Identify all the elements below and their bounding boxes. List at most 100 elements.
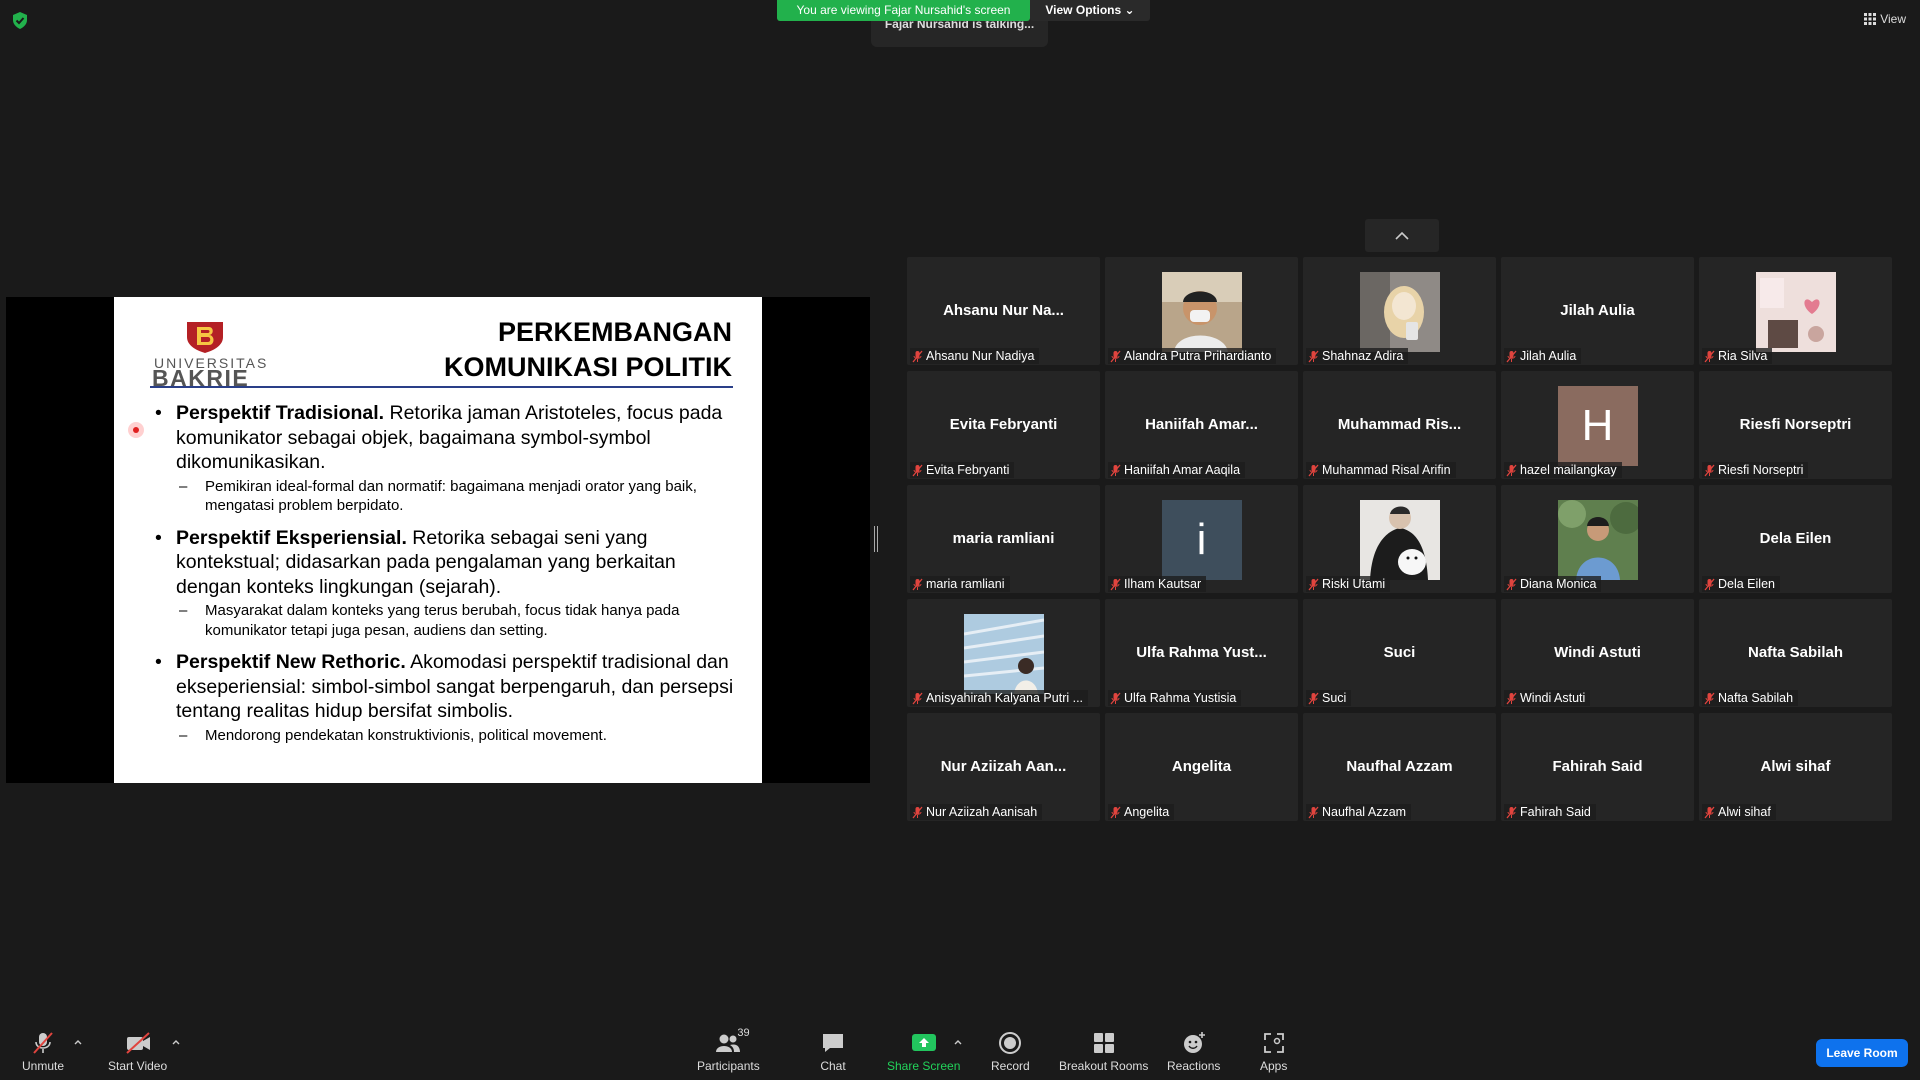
participant-tile[interactable]: Shahnaz Adira bbox=[1303, 257, 1496, 365]
laser-pointer bbox=[128, 422, 144, 438]
participant-tile[interactable]: Naufhal Azzam Naufhal Azzam bbox=[1303, 713, 1496, 821]
muted-mic-icon bbox=[1308, 464, 1319, 476]
participant-tile[interactable]: maria ramliani maria ramliani bbox=[907, 485, 1100, 593]
participant-name-label: Naufhal Azzam bbox=[1306, 804, 1412, 820]
participant-tile[interactable]: Nafta Sabilah Nafta Sabilah bbox=[1699, 599, 1892, 707]
participant-tile[interactable]: H hazel mailangkay bbox=[1501, 371, 1694, 479]
participant-tile[interactable]: Diana Monica bbox=[1501, 485, 1694, 593]
participant-tile[interactable]: Nur Aziizah Aan... Nur Aziizah Aanisah bbox=[907, 713, 1100, 821]
participant-name-label: Evita Febryanti bbox=[910, 462, 1015, 478]
participant-tile[interactable]: Anisyahirah Kalyana Putri ... bbox=[907, 599, 1100, 707]
audio-options-caret-icon[interactable] bbox=[73, 1038, 83, 1046]
share-screen-icon bbox=[911, 1034, 936, 1051]
participant-photo bbox=[1161, 272, 1242, 352]
apps-button[interactable]: Apps bbox=[1260, 1030, 1287, 1073]
collapse-gallery-button[interactable] bbox=[1365, 219, 1439, 252]
participant-tile[interactable]: Muhammad Ris... Muhammad Risal Arifin bbox=[1303, 371, 1496, 479]
muted-mic-icon bbox=[912, 350, 923, 362]
breakout-rooms-icon bbox=[1093, 1033, 1114, 1053]
participant-gallery: Ahsanu Nur Na... Ahsanu Nur Nadiya Aland… bbox=[907, 257, 1893, 821]
participant-name-label: Muhammad Risal Arifin bbox=[1306, 462, 1456, 478]
participant-photo bbox=[963, 614, 1044, 694]
muted-mic-icon bbox=[1308, 806, 1319, 818]
record-icon bbox=[999, 1032, 1022, 1054]
muted-mic-icon bbox=[1308, 692, 1319, 704]
participant-tile[interactable]: Dela Eilen Dela Eilen bbox=[1699, 485, 1892, 593]
muted-mic-icon bbox=[1110, 692, 1121, 704]
share-screen-button[interactable]: Share Screen bbox=[887, 1030, 960, 1073]
muted-mic-icon bbox=[1704, 464, 1715, 476]
participant-photo bbox=[1755, 272, 1836, 352]
reactions-icon bbox=[1183, 1032, 1205, 1053]
avatar-photo-icon bbox=[1755, 272, 1836, 352]
video-options-caret-icon[interactable] bbox=[171, 1038, 181, 1046]
participant-tile[interactable]: Ria Silva bbox=[1699, 257, 1892, 365]
participant-tile[interactable]: Alandra Putra Prihardianto bbox=[1105, 257, 1298, 365]
chat-button[interactable]: Chat bbox=[820, 1030, 846, 1073]
meeting-toolbar: Unmute Start Video 39 Participants Chat bbox=[0, 1022, 1920, 1080]
participant-photo bbox=[1359, 272, 1440, 352]
participant-name-label: Fahirah Said bbox=[1504, 804, 1596, 820]
breakout-rooms-button[interactable]: Breakout Rooms bbox=[1059, 1030, 1148, 1073]
muted-mic-icon bbox=[1308, 350, 1319, 362]
muted-mic-icon bbox=[1110, 350, 1121, 362]
unmute-button[interactable]: Unmute bbox=[22, 1030, 64, 1073]
participant-tile[interactable]: Haniifah Amar... Haniifah Amar Aaqila bbox=[1105, 371, 1298, 479]
muted-mic-icon bbox=[1704, 578, 1715, 590]
participant-avatar: i bbox=[1161, 500, 1242, 580]
participant-tile[interactable]: Alwi sihaf Alwi sihaf bbox=[1699, 713, 1892, 821]
participant-name-label: Alandra Putra Prihardianto bbox=[1108, 348, 1277, 364]
start-video-button[interactable]: Start Video bbox=[108, 1030, 167, 1073]
participants-button[interactable]: 39 Participants bbox=[697, 1027, 760, 1073]
participant-photo bbox=[1557, 500, 1638, 580]
muted-mic-icon bbox=[912, 692, 923, 704]
participant-name-label: Shahnaz Adira bbox=[1306, 348, 1409, 364]
muted-mic-icon bbox=[1506, 350, 1517, 362]
record-button[interactable]: Record bbox=[991, 1030, 1030, 1073]
muted-mic-icon bbox=[912, 578, 923, 590]
participant-name-label: Anisyahirah Kalyana Putri ... bbox=[910, 690, 1089, 706]
slide-sub-bullet: Masyarakat dalam konteks yang terus beru… bbox=[150, 601, 740, 640]
participant-name-label: Ulfa Rahma Yustisia bbox=[1108, 690, 1242, 706]
participant-tile[interactable]: Suci Suci bbox=[1303, 599, 1496, 707]
apps-icon bbox=[1263, 1033, 1284, 1053]
participant-tile[interactable]: Ulfa Rahma Yust... Ulfa Rahma Yustisia bbox=[1105, 599, 1298, 707]
muted-mic-icon bbox=[1506, 806, 1517, 818]
participant-name-label: Ilham Kautsar bbox=[1108, 576, 1207, 592]
participant-avatar: H bbox=[1557, 386, 1638, 466]
muted-mic-icon bbox=[912, 464, 923, 476]
chat-icon bbox=[823, 1034, 843, 1052]
slide-sub-bullet: Pemikiran ideal-formal dan normatif: bag… bbox=[150, 477, 740, 516]
participant-tile[interactable]: Angelita Angelita bbox=[1105, 713, 1298, 821]
leave-room-button[interactable]: Leave Room bbox=[1816, 1039, 1908, 1067]
security-shield-icon[interactable] bbox=[12, 12, 28, 29]
participant-name-label: Ahsanu Nur Nadiya bbox=[910, 348, 1040, 364]
muted-mic-icon bbox=[1308, 578, 1319, 590]
participant-tile[interactable]: Ahsanu Nur Na... Ahsanu Nur Nadiya bbox=[907, 257, 1100, 365]
participant-tile[interactable]: Riesfi Norseptri Riesfi Norseptri bbox=[1699, 371, 1892, 479]
participant-name-label: Suci bbox=[1306, 690, 1352, 706]
participant-tile[interactable]: Jilah Aulia Jilah Aulia bbox=[1501, 257, 1694, 365]
slide-sub-bullet: Mendorong pendekatan konstruktivionis, p… bbox=[150, 726, 740, 746]
reactions-button[interactable]: Reactions bbox=[1167, 1030, 1220, 1073]
view-options-button[interactable]: View Options ⌄ bbox=[1030, 0, 1150, 21]
muted-mic-icon bbox=[1110, 578, 1121, 590]
participant-tile[interactable]: i Ilham Kautsar bbox=[1105, 485, 1298, 593]
chevron-up-icon bbox=[1395, 231, 1409, 240]
panel-resize-handle[interactable] bbox=[874, 526, 878, 552]
participant-tile[interactable]: Riski Utami bbox=[1303, 485, 1496, 593]
participant-name-label: Jilah Aulia bbox=[1504, 348, 1582, 364]
muted-mic-icon bbox=[1704, 692, 1715, 704]
video-off-icon bbox=[125, 1032, 150, 1054]
participant-name-label: Alwi sihaf bbox=[1702, 804, 1776, 820]
view-layout-button[interactable]: View bbox=[1864, 12, 1906, 26]
muted-mic-icon bbox=[1110, 806, 1121, 818]
muted-mic-icon bbox=[912, 806, 923, 818]
muted-mic-icon bbox=[1704, 350, 1715, 362]
participant-tile[interactable]: Windi Astuti Windi Astuti bbox=[1501, 599, 1694, 707]
participant-tile[interactable]: Fahirah Said Fahirah Said bbox=[1501, 713, 1694, 821]
participant-tile[interactable]: Evita Febryanti Evita Febryanti bbox=[907, 371, 1100, 479]
shared-screen[interactable]: UNIVERSITAS BAKRIE PERKEMBANGAN KOMUNIKA… bbox=[6, 297, 870, 783]
participant-name-label: Riesfi Norseptri bbox=[1702, 462, 1809, 478]
share-options-caret-icon[interactable] bbox=[953, 1038, 963, 1046]
